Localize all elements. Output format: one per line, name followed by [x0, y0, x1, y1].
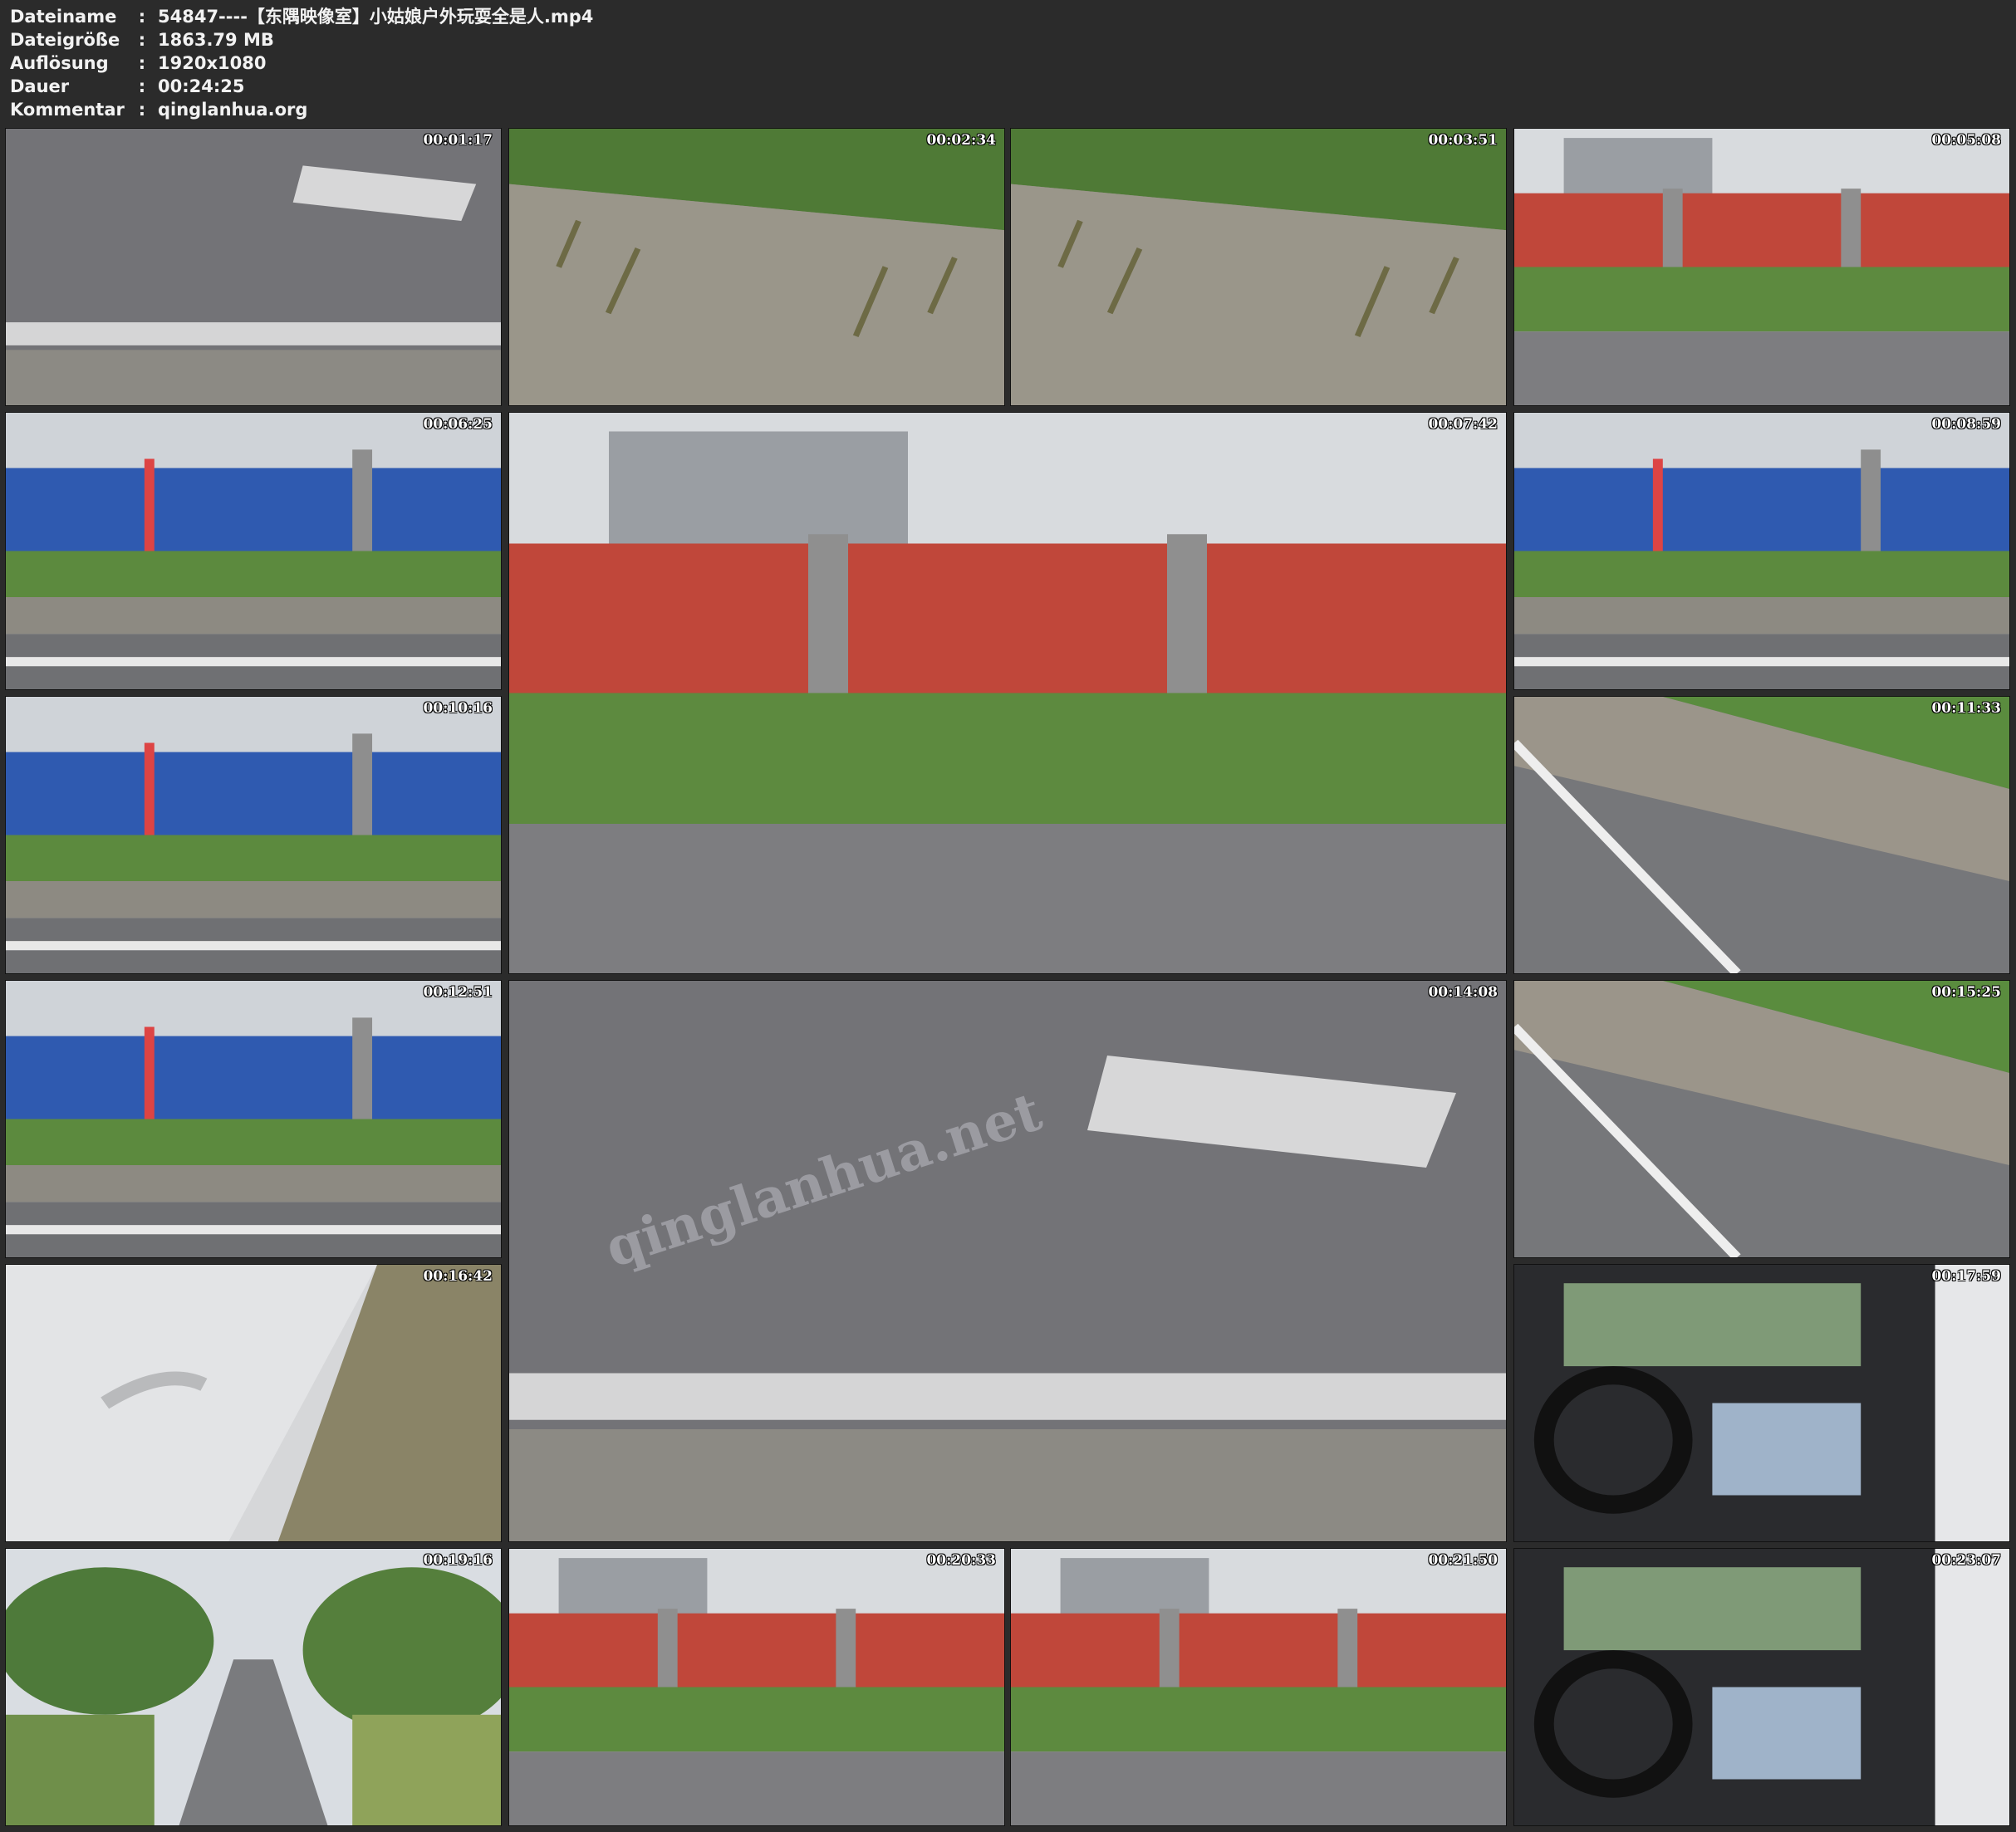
frame-image-carinterior	[1514, 1549, 2009, 1825]
frame-image-grass	[1011, 129, 1506, 405]
video-frame-thumbnail: 00:11:33	[1513, 696, 2010, 974]
frame-timestamp: 00:12:51	[423, 984, 493, 1001]
frame-image-asphalt	[6, 129, 501, 405]
frame-image-bluefence	[1514, 413, 2009, 689]
video-frame-thumbnail: 00:03:51	[1010, 128, 1507, 406]
video-frame-thumbnail: 00:20:33	[508, 1548, 1005, 1826]
frame-image-bluefence	[6, 981, 501, 1257]
frame-image-car	[6, 1265, 501, 1541]
video-frame-thumbnail: 00:06:25	[5, 412, 502, 690]
frame-image-redwall	[509, 413, 1506, 973]
frame-timestamp: 00:21:50	[1428, 1552, 1498, 1569]
frame-image-carinterior	[1514, 1265, 2009, 1541]
frame-image-redwall	[509, 1549, 1004, 1825]
frame-image-redwall	[1011, 1549, 1506, 1825]
frame-timestamp: 00:06:25	[423, 416, 493, 433]
video-frame-thumbnail: 00:01:17	[5, 128, 502, 406]
frame-timestamp: 00:14:08	[1428, 984, 1498, 1001]
frame-timestamp: 00:08:59	[1931, 416, 2001, 433]
video-frame-thumbnail: 00:17:59	[1513, 1264, 2010, 1542]
frame-timestamp: 00:02:34	[926, 132, 996, 149]
thumbnail-grid: 00:01:17 00:02:34 00:03:51 00:05:08 00:06:25…	[0, 0, 2016, 1832]
video-frame-thumbnail: 00:16:42	[5, 1264, 502, 1542]
video-frame-thumbnail: 00:23:07	[1513, 1548, 2010, 1826]
video-frame-thumbnail: 00:19:16	[5, 1548, 502, 1826]
frame-timestamp: 00:03:51	[1428, 132, 1498, 149]
video-frame-thumbnail: 00:12:51	[5, 980, 502, 1258]
frame-timestamp: 00:20:33	[926, 1552, 996, 1569]
frame-image-asphalt	[509, 981, 1506, 1541]
frame-timestamp: 00:11:33	[1931, 700, 2001, 717]
frame-image-bluefence	[6, 697, 501, 973]
frame-timestamp: 00:16:42	[423, 1268, 493, 1285]
frame-timestamp: 00:05:08	[1931, 132, 2001, 149]
video-frame-thumbnail: 00:05:08	[1513, 128, 2010, 406]
frame-image-grass	[509, 129, 1004, 405]
frame-timestamp: 00:23:07	[1931, 1552, 2001, 1569]
frame-timestamp: 00:17:59	[1931, 1268, 2001, 1285]
video-frame-thumbnail: 00:02:34	[508, 128, 1005, 406]
video-frame-thumbnail: 00:21:50	[1010, 1548, 1507, 1826]
video-frame-thumbnail: 00:14:08	[508, 980, 1507, 1542]
frame-timestamp: 00:19:16	[423, 1552, 493, 1569]
frame-image-trees	[6, 1549, 501, 1825]
frame-timestamp: 00:15:25	[1931, 984, 2001, 1001]
video-frame-thumbnail: 00:08:59	[1513, 412, 2010, 690]
frame-image-roadside	[1514, 981, 2009, 1257]
frame-image-redwall	[1514, 129, 2009, 405]
video-frame-thumbnail: 00:07:42	[508, 412, 1507, 974]
frame-image-bluefence	[6, 413, 501, 689]
video-frame-thumbnail: 00:10:16	[5, 696, 502, 974]
video-frame-thumbnail: 00:15:25	[1513, 980, 2010, 1258]
frame-timestamp: 00:10:16	[423, 700, 493, 717]
frame-image-roadside	[1514, 697, 2009, 973]
frame-timestamp: 00:07:42	[1428, 416, 1498, 433]
frame-timestamp: 00:01:17	[423, 132, 493, 149]
